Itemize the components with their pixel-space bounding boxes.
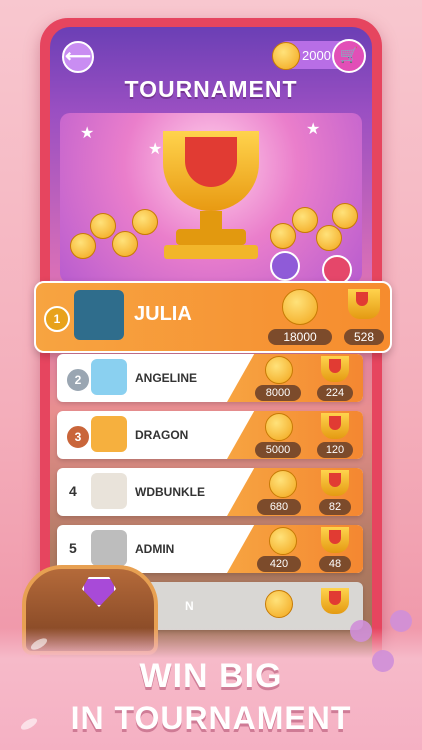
coins-value: 420: [257, 556, 301, 572]
coins-value: 8000: [255, 385, 301, 401]
table-row: 4 WDBUNKLE 680 82: [57, 468, 363, 516]
coin-icon: [90, 213, 116, 239]
player-name: DRAGON: [135, 428, 189, 442]
player-name: WDBUNKLE: [135, 485, 205, 499]
avatar: [91, 416, 127, 452]
rank-medal-bronze: 3: [65, 424, 91, 450]
coins-value: 5000: [255, 442, 301, 458]
trophy-plinth: [164, 245, 258, 259]
flower-icon: [350, 620, 372, 642]
rank-number: 5: [69, 540, 77, 556]
coin-icon: [265, 590, 293, 618]
trophy-icon: [321, 356, 349, 382]
trophies-value: 120: [317, 442, 353, 458]
coin-stack-icon: [265, 413, 293, 441]
player-name: JULIA: [134, 303, 192, 325]
coins-value: 680: [257, 499, 301, 515]
table-row: 2 ANGELINE 8000 224: [57, 354, 363, 402]
coin-stack-icon: [265, 356, 293, 384]
coin-icon: [70, 233, 96, 259]
avatar: [91, 473, 127, 509]
flower-icon: [390, 610, 412, 632]
back-arrow-icon[interactable]: ⟵: [62, 41, 94, 73]
trophies-value: 224: [317, 385, 353, 401]
avatar-placeholder-icon: [91, 530, 127, 566]
search-icon[interactable]: [270, 251, 300, 281]
coin-icon: [316, 225, 342, 251]
avatar: [74, 290, 124, 340]
shop-cart-icon[interactable]: 🛒: [332, 39, 366, 73]
coin-amount: 2000: [302, 48, 331, 63]
coin-balance: 2000 🛒: [272, 39, 366, 73]
trophy-base: [176, 229, 246, 245]
player-name: ANGELINE: [135, 371, 198, 385]
rank-number: 4: [69, 483, 77, 499]
coin-icon: [112, 231, 138, 257]
gem-icon: [82, 577, 116, 607]
player-name: N: [185, 599, 194, 613]
coin-icon: [269, 470, 297, 498]
table-row: 3 DRAGON 5000 120: [57, 411, 363, 459]
avatar: [91, 359, 127, 395]
coin-icon: [269, 527, 297, 555]
page-title: TOURNAMENT: [124, 76, 298, 102]
trophy-icon: [321, 527, 349, 553]
trophy-icon: [321, 588, 349, 614]
coin-icon: [292, 207, 318, 233]
sparkle-icon: ★: [80, 125, 95, 142]
trophy-icon: [321, 470, 349, 496]
sparkle-icon: ★: [306, 121, 321, 138]
coin-icon: [132, 209, 158, 235]
trophy-stem: [200, 211, 222, 229]
coin-icon: [270, 223, 296, 249]
trophies-value: 528: [344, 329, 384, 345]
trophy-icon: [163, 131, 259, 211]
coin-stack-icon: [282, 289, 318, 325]
coins-value: 18000: [268, 329, 332, 345]
leader-row: 1 JULIA 18000 528: [34, 281, 392, 353]
trophy-icon: [348, 289, 380, 319]
trophies-value: 48: [319, 556, 351, 572]
trophies-value: 82: [319, 499, 351, 515]
coin-icon: [332, 203, 358, 229]
rank-medal-silver: 2: [65, 367, 91, 393]
tournament-banner: ★ ★ ★: [60, 113, 362, 285]
player-name: ADMIN: [135, 542, 175, 556]
trophy-icon: [321, 413, 349, 439]
rank-medal-gold: 1: [44, 306, 70, 332]
tagline-line1: WIN BIG: [139, 657, 283, 695]
tagline-line2: IN TOURNAMENT: [70, 700, 352, 736]
coin-icon: [272, 42, 300, 70]
sparkle-icon: ★: [148, 141, 163, 158]
